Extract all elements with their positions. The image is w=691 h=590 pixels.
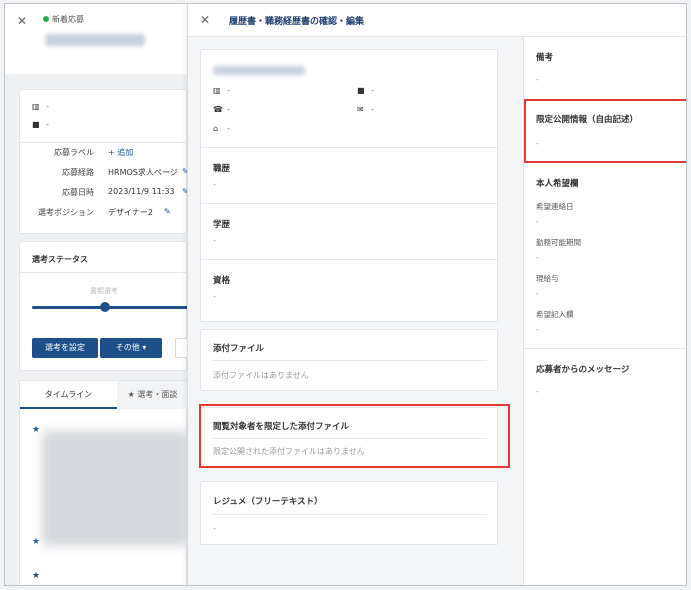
- tab-review[interactable]: ★ 選考・面談: [117, 381, 188, 409]
- resume-freetext-title: レジュメ（フリーテキスト）: [213, 497, 323, 507]
- other-dropdown-button[interactable]: その他 ▾: [100, 338, 162, 358]
- field-value-source: HRMOS求人ページ: [108, 168, 178, 177]
- divider: [201, 259, 499, 260]
- status-title: 選考ステータス: [32, 255, 88, 264]
- resume-edit-modal: ✕ 履歴書・職務経歴書の確認・編集 ▥ - ■ - ☎ - ✉ - ⌂ - 職歴…: [187, 4, 686, 585]
- close-icon[interactable]: ✕: [17, 14, 27, 28]
- timeline-blurred-content: [42, 431, 188, 546]
- candidate-name-blurred: [45, 34, 145, 46]
- attachments-empty: 添付ファイルはありません: [213, 371, 309, 380]
- field-value-position: デザイナー2: [108, 208, 153, 217]
- tab-review-label: 選考・面談: [137, 390, 178, 399]
- tab-timeline[interactable]: タイムライン: [20, 381, 117, 409]
- education-value: -: [213, 236, 216, 245]
- qualifications-value: -: [213, 292, 216, 301]
- divider: [213, 360, 487, 361]
- resume-freetext-value: -: [213, 524, 216, 533]
- contact-phone: -: [227, 105, 230, 114]
- job-value: -: [46, 120, 49, 129]
- building-icon: ▥: [32, 102, 40, 111]
- star-icon: ★: [32, 537, 41, 547]
- mail-icon: ✉: [357, 105, 364, 114]
- star-icon: ★: [32, 425, 41, 435]
- wish-value-contact-date: -: [536, 217, 539, 226]
- briefcase-icon: ■: [357, 86, 365, 95]
- wish-value-salary: -: [536, 289, 539, 298]
- resume-main-card: ▥ - ■ - ☎ - ✉ - ⌂ - 職歴 - 学歴 - 資格 -: [200, 49, 499, 322]
- notes-value: -: [536, 75, 539, 84]
- resume-freetext-card: レジュメ（フリーテキスト） -: [200, 481, 498, 545]
- candidate-header: ✕ 新着応募: [5, 4, 187, 74]
- divider: [20, 272, 188, 273]
- stage-track: [32, 306, 188, 309]
- divider: [201, 147, 499, 148]
- stage-knob[interactable]: [100, 302, 110, 312]
- wish-value-note: -: [536, 325, 539, 334]
- candidate-name-blurred: [213, 66, 305, 75]
- phone-icon: ☎: [213, 105, 223, 114]
- close-modal-icon[interactable]: ✕: [200, 13, 210, 27]
- edit-position-pencil-icon[interactable]: ✎: [164, 207, 171, 216]
- contact-email: -: [371, 105, 374, 114]
- divider: [20, 142, 188, 143]
- divider: [213, 514, 487, 515]
- building-icon: ▥: [213, 86, 221, 95]
- briefcase-icon: ■: [32, 120, 40, 129]
- field-label-position: 選考ポジション: [38, 208, 94, 217]
- set-stage-button[interactable]: 選考を設定: [32, 338, 98, 358]
- star-icon: ★: [32, 571, 41, 581]
- app-frame: ✕ 新着応募 ▥ - ■ - 応募ラベル + 追加 応募経路 HRMOS求人ペー…: [4, 3, 687, 586]
- education-title: 学歴: [213, 220, 231, 230]
- qualifications-title: 資格: [213, 276, 231, 286]
- timeline-card: タイムライン ★ 選考・面談 ★ ★ ★: [19, 380, 188, 585]
- field-label-source: 応募経路: [62, 168, 94, 177]
- wish-value-available: -: [536, 253, 539, 262]
- modal-title: 履歴書・職務経歴書の確認・編集: [229, 17, 365, 27]
- notes-title: 備考: [536, 53, 554, 63]
- modal-header: ✕ 履歴書・職務経歴書の確認・編集: [188, 4, 686, 37]
- wish-label-salary: 現給与: [536, 274, 559, 283]
- wish-label-note: 希望記入欄: [536, 310, 574, 319]
- wish-label-contact-date: 希望連絡日: [536, 202, 574, 211]
- contact-address: -: [227, 124, 230, 133]
- add-label-link[interactable]: + 追加: [108, 147, 133, 158]
- message-value: -: [536, 387, 539, 396]
- selection-status-card: 選考ステータス 書類選考 選考を設定 その他 ▾: [19, 241, 195, 371]
- home-icon: ⌂: [213, 124, 219, 133]
- divider: [201, 203, 499, 204]
- wishes-title: 本人希望欄: [536, 179, 579, 189]
- field-label-date: 応募日時: [62, 188, 94, 197]
- divider: [524, 348, 686, 349]
- company-value: -: [46, 102, 49, 111]
- career-value: -: [213, 180, 216, 189]
- message-title: 応募者からのメッセージ: [536, 365, 630, 375]
- contact-company: -: [227, 86, 230, 95]
- field-label-application-label: 応募ラベル: [54, 148, 94, 157]
- attachments-title: 添付ファイル: [213, 344, 265, 354]
- highlight-box-limited-info: [524, 99, 686, 163]
- field-value-date: 2023/11/9 11:33: [108, 187, 175, 196]
- career-title: 職歴: [213, 164, 231, 174]
- attachments-card: 添付ファイル 添付ファイルはありません: [200, 329, 498, 391]
- wish-label-available: 勤務可能期間: [536, 238, 581, 247]
- other-button-label: その他: [115, 343, 140, 352]
- stage-label: 書類選考: [90, 287, 118, 295]
- candidate-panel: ✕ 新着応募 ▥ - ■ - 応募ラベル + 追加 応募経路 HRMOS求人ペー…: [5, 4, 195, 585]
- new-status-dot-icon: [43, 16, 49, 22]
- caret-down-icon: ▾: [142, 343, 147, 352]
- contact-job: -: [371, 86, 374, 95]
- new-application-label: 新着応募: [52, 15, 84, 24]
- candidate-info-card: ▥ - ■ - 応募ラベル + 追加 応募経路 HRMOS求人ページ ✎ 応募日…: [19, 89, 189, 234]
- star-icon: ★: [127, 390, 138, 399]
- highlight-box-restricted: [199, 404, 510, 468]
